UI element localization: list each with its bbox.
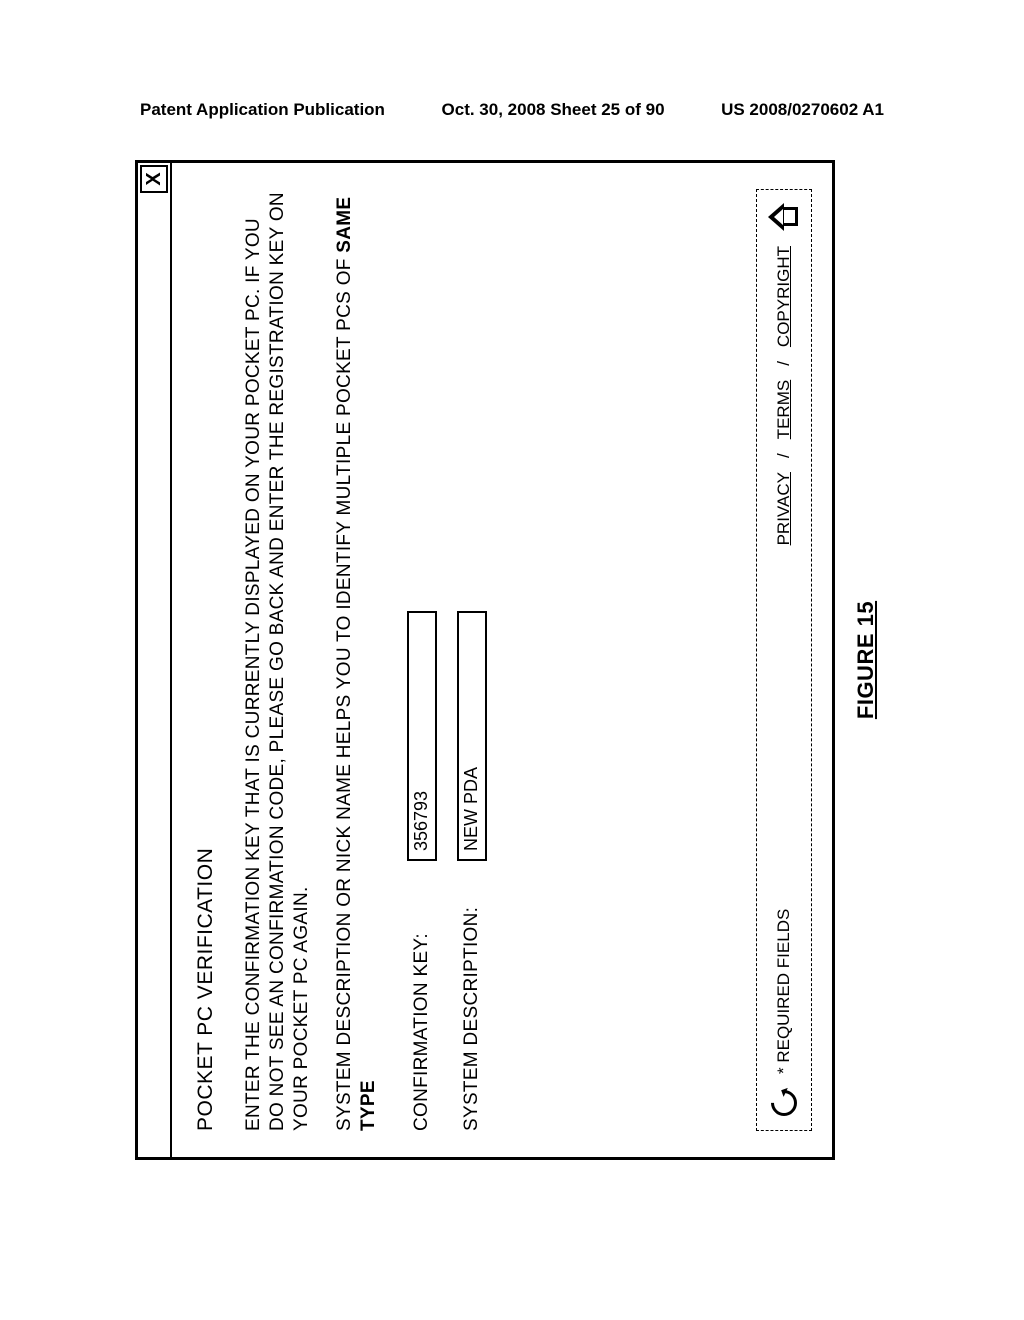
para2-text: SYSTEM DESCRIPTION OR NICK NAME HELPS YO… [334, 253, 355, 1131]
confirmation-key-label: CONFIRMATION KEY: [411, 861, 433, 1131]
home-icon[interactable] [770, 204, 798, 232]
close-button[interactable]: X [140, 165, 168, 193]
confirmation-key-row: CONFIRMATION KEY: [407, 189, 437, 1131]
footer-left: * REQUIRED FIELDS [771, 909, 797, 1116]
dialog-window: X POCKET PC VERIFICATION ENTER THE CONFI… [135, 160, 835, 1160]
header-right: US 2008/0270602 A1 [721, 100, 884, 120]
figure-label: FIGURE 15 [853, 160, 879, 1160]
dialog-heading: POCKET PC VERIFICATION [194, 189, 218, 1131]
refresh-icon[interactable] [766, 1085, 803, 1122]
confirmation-key-input[interactable] [407, 611, 437, 861]
terms-link[interactable]: TERMS [774, 380, 794, 440]
header-left: Patent Application Publication [140, 100, 385, 120]
document-header: Patent Application Publication Oct. 30, … [0, 0, 1024, 132]
system-description-label: SYSTEM DESCRIPTION: [461, 861, 483, 1131]
separator: / [774, 361, 794, 366]
dialog-content: POCKET PC VERIFICATION ENTER THE CONFIRM… [172, 163, 529, 1157]
separator: / [774, 453, 794, 458]
footer-right: PRIVACY / TERMS / COPYRIGHT [770, 204, 798, 545]
instruction-paragraph-2: SYSTEM DESCRIPTION OR NICK NAME HELPS YO… [333, 189, 381, 1131]
required-fields-label: * REQUIRED FIELDS [774, 909, 794, 1074]
system-description-row: SYSTEM DESCRIPTION: [457, 189, 487, 1131]
header-mid: Oct. 30, 2008 Sheet 25 of 90 [442, 100, 665, 120]
footer-bar: * REQUIRED FIELDS PRIVACY / TERMS / COPY… [756, 189, 812, 1131]
copyright-link[interactable]: COPYRIGHT [774, 246, 794, 347]
figure-container: X POCKET PC VERIFICATION ENTER THE CONFI… [135, 160, 890, 1160]
system-description-input[interactable] [457, 611, 487, 861]
instruction-paragraph-1: ENTER THE CONFIRMATION KEY THAT IS CURRE… [242, 189, 313, 1131]
privacy-link[interactable]: PRIVACY [774, 472, 794, 545]
titlebar: X [138, 163, 172, 1157]
